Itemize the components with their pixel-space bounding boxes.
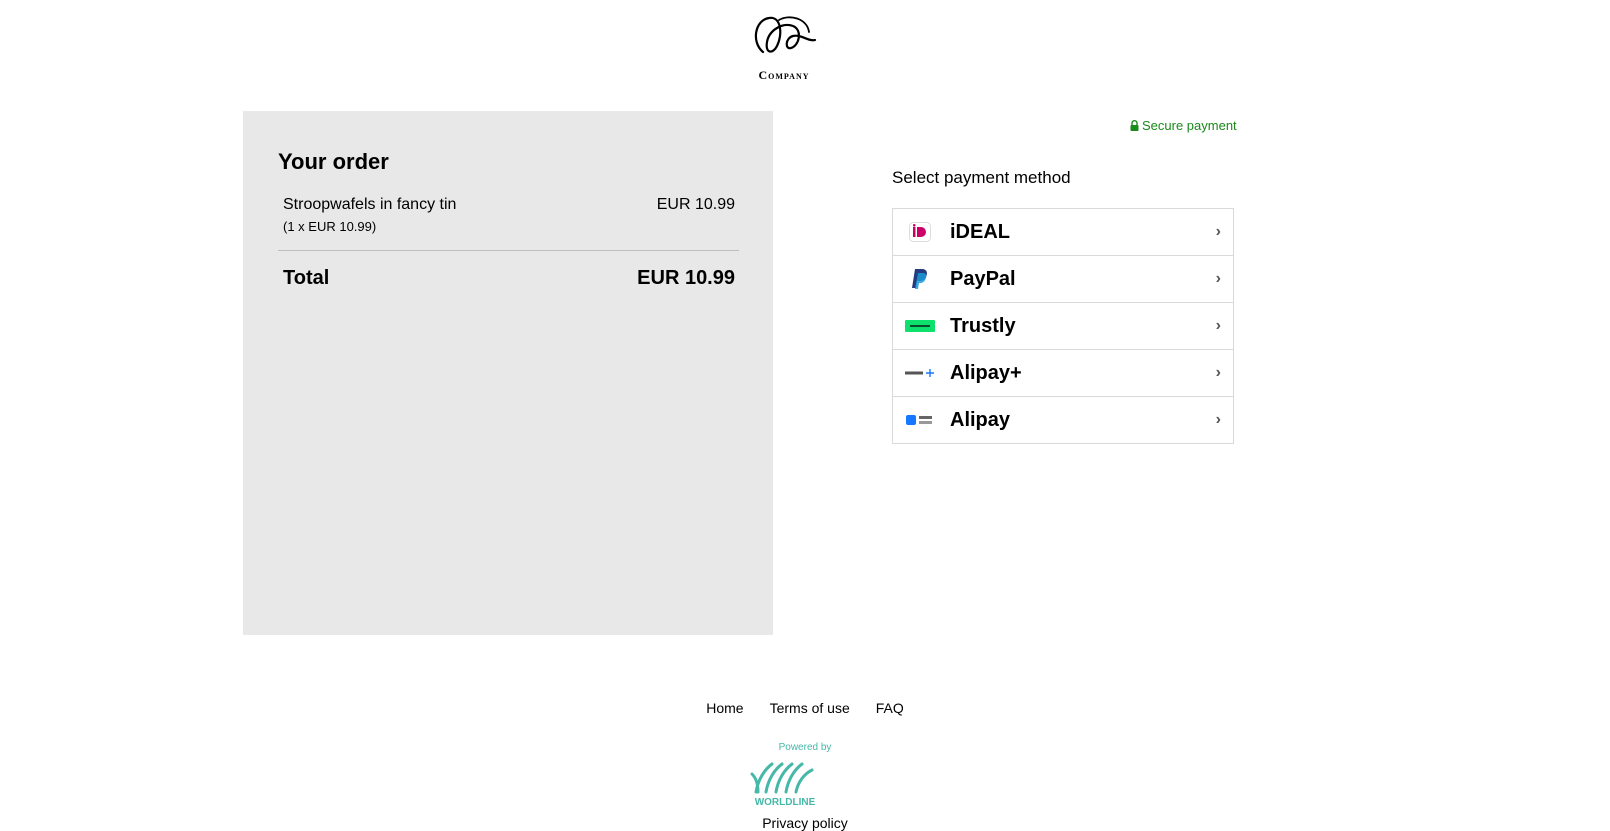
chevron-right-icon: › — [1215, 317, 1221, 334]
footer-link-faq[interactable]: FAQ — [876, 700, 904, 716]
alipay-plus-icon — [905, 362, 935, 384]
chevron-right-icon: › — [1215, 223, 1221, 240]
svg-text:WORLDLINE: WORLDLINE — [755, 797, 816, 808]
payment-method-label: Trustly — [950, 314, 1016, 337]
payment-method-ideal[interactable]: iDEAL › — [892, 208, 1234, 256]
payment-method-label: Alipay+ — [950, 361, 1022, 384]
company-logo: Company — [744, 12, 824, 83]
lock-icon — [1130, 120, 1139, 131]
chevron-right-icon: › — [1215, 411, 1221, 428]
order-item-price: EUR 10.99 — [656, 196, 735, 213]
secure-payment-badge: Secure payment — [1130, 118, 1237, 133]
chevron-right-icon: › — [1215, 270, 1221, 287]
footer-link-home[interactable]: Home — [706, 700, 743, 716]
secure-payment-label: Secure payment — [1142, 118, 1237, 133]
paypal-icon — [905, 268, 935, 290]
company-logo-mark — [754, 16, 817, 54]
privacy-policy: Privacy policy — [0, 815, 1610, 831]
payment-method-heading: Select payment method — [892, 168, 1071, 187]
worldline-logo: WORLDLINE — [750, 762, 816, 808]
payment-method-paypal[interactable]: PayPal › — [892, 256, 1234, 303]
company-name: Company — [758, 68, 810, 82]
payment-method-trustly[interactable]: Trustly › — [892, 303, 1234, 350]
footer-link-terms[interactable]: Terms of use — [770, 700, 850, 716]
order-divider — [278, 250, 739, 251]
privacy-policy-link[interactable]: Privacy policy — [762, 815, 848, 831]
order-title: Your order — [278, 149, 389, 174]
chevron-right-icon: › — [1215, 364, 1221, 381]
order-item-name: Stroopwafels in fancy tin — [283, 196, 457, 213]
order-total-value: EUR 10.99 — [637, 267, 735, 289]
ideal-icon — [905, 221, 935, 243]
order-summary-panel: Your order Stroopwafels in fancy tin (1 … — [243, 111, 773, 635]
payment-method-label: PayPal — [950, 267, 1016, 290]
payment-method-label: Alipay — [950, 408, 1011, 431]
order-item-detail: (1 x EUR 10.99) — [283, 219, 377, 234]
trustly-icon — [905, 315, 935, 337]
powered-by-label: Powered by — [778, 742, 832, 753]
payment-method-alipay[interactable]: Alipay › — [892, 397, 1234, 444]
alipay-icon — [905, 409, 935, 431]
order-total-label: Total — [283, 267, 330, 289]
footer-links: Home Terms of use FAQ — [0, 700, 1610, 716]
payment-method-alipay-plus[interactable]: Alipay+ › — [892, 350, 1234, 397]
payment-method-list: iDEAL › PayPal › Trustly › Alipay+ › Ali… — [892, 208, 1234, 444]
payment-method-label: iDEAL — [950, 220, 1010, 243]
